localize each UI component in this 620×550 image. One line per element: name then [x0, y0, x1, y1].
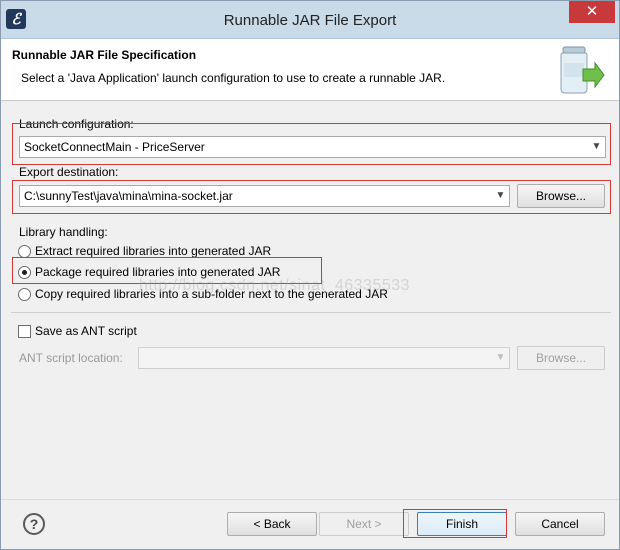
help-icon[interactable]: ? — [23, 513, 45, 535]
cancel-button[interactable]: Cancel — [515, 512, 605, 536]
copy-libraries-radio[interactable] — [18, 288, 31, 301]
export-dialog: ℰ Runnable JAR File Export ✕ Runnable JA… — [0, 0, 620, 550]
close-button[interactable]: ✕ — [569, 1, 615, 23]
library-handling-label: Library handling: — [19, 225, 108, 239]
title-bar[interactable]: ℰ Runnable JAR File Export ✕ — [1, 1, 619, 39]
launch-config-highlight — [12, 123, 611, 165]
jar-export-icon — [560, 46, 605, 94]
ant-browse-button[interactable]: Browse... — [517, 346, 605, 370]
finish-highlight — [403, 509, 507, 538]
save-ant-checkbox[interactable] — [18, 325, 31, 338]
next-button[interactable]: Next > — [319, 512, 409, 536]
export-destination-label: Export destination: — [19, 165, 119, 179]
ant-location-combo[interactable]: ▼ — [138, 347, 510, 369]
window-title: Runnable JAR File Export — [223, 12, 397, 29]
ant-location-label: ANT script location: — [19, 351, 123, 365]
wizard-banner: Runnable JAR File Specification Select a… — [1, 39, 619, 101]
close-icon: ✕ — [585, 3, 599, 20]
save-ant-label[interactable]: Save as ANT script — [35, 324, 137, 338]
export-destination-highlight — [12, 180, 611, 214]
back-button[interactable]: < Back — [227, 512, 317, 536]
page-description: Select a 'Java Application' launch confi… — [21, 71, 446, 85]
section-divider — [11, 312, 611, 313]
footer-divider — [1, 499, 619, 500]
page-title: Runnable JAR File Specification — [12, 48, 197, 62]
extract-libraries-label[interactable]: Extract required libraries into generate… — [35, 244, 271, 258]
chevron-down-icon: ▼ — [495, 352, 506, 363]
watermark-text: http://blog.csdn.net/sinat_46335533 — [139, 277, 411, 294]
